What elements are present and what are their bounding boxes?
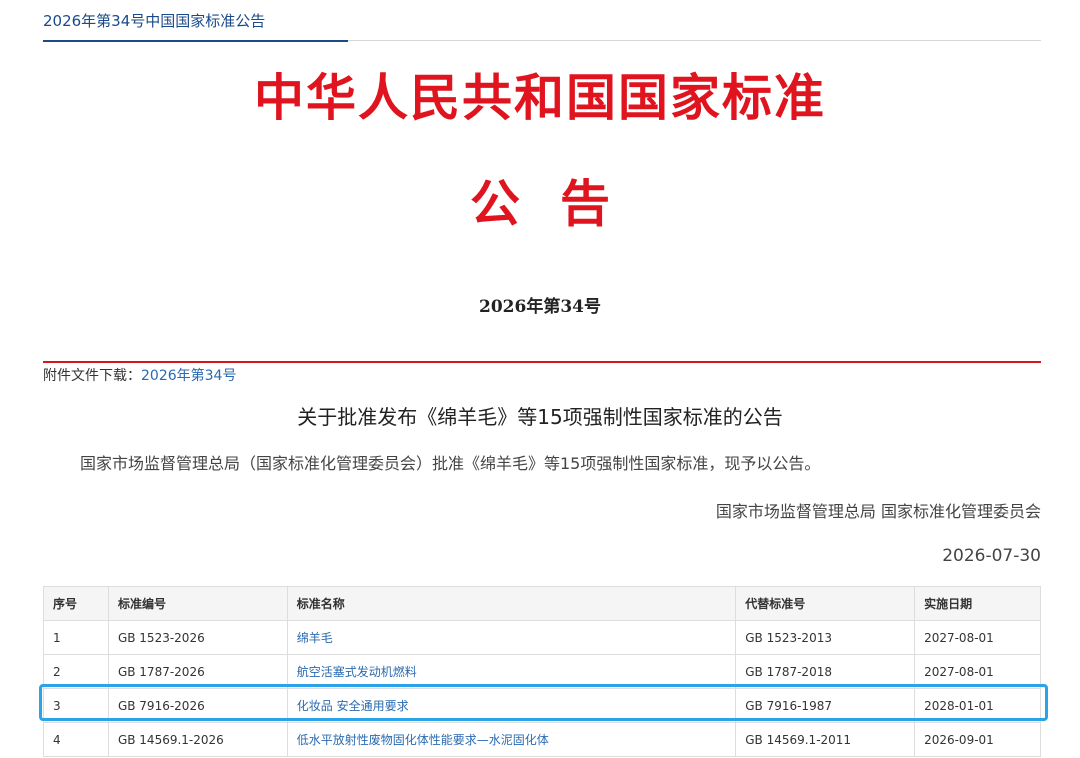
banner-subtitle: 公告	[470, 174, 650, 233]
header-divider	[348, 40, 1041, 41]
cell-code: GB 1523-2026	[107, 620, 288, 655]
col-header-code: 标准编号	[107, 586, 288, 621]
breadcrumb[interactable]: 2026年第34号中国国家标准公告	[43, 10, 265, 31]
cell-effective-date: 2027-08-01	[914, 620, 1041, 655]
attachment-label: 附件文件下载：	[43, 368, 141, 384]
cell-code: GB 7916-2026	[107, 688, 288, 723]
col-header-effective-date: 实施日期	[914, 586, 1041, 621]
table-row: 3 GB 7916-2026 化妆品 安全通用要求 GB 7916-1987 2…	[43, 688, 1041, 723]
red-divider	[43, 361, 1041, 363]
cell-replaces: GB 1787-2018	[735, 654, 916, 689]
cell-index: 1	[43, 620, 109, 655]
cell-code: GB 14569.1-2026	[107, 722, 288, 757]
cell-effective-date: 2026-09-01	[914, 722, 1041, 757]
standard-name-link[interactable]: 航空活塞式发动机燃料	[297, 665, 417, 679]
banner-title: 中华人民共和国国家标准	[254, 68, 826, 127]
cell-name: 化妆品 安全通用要求	[286, 688, 737, 723]
col-header-name: 标准名称	[286, 586, 737, 621]
cell-name: 低水平放射性废物固化体性能要求—水泥固化体	[286, 722, 737, 757]
notice-signer: 国家市场监督管理总局 国家标准化管理委员会	[715, 502, 1041, 521]
standards-table: 序号 标准编号 标准名称 代替标准号 实施日期 1 GB 1523-2026 绵…	[43, 586, 1041, 757]
cell-effective-date: 2027-08-01	[914, 654, 1041, 689]
cell-index: 2	[43, 654, 109, 689]
col-header-replaces: 代替标准号	[735, 586, 916, 621]
table-row: 4 GB 14569.1-2026 低水平放射性废物固化体性能要求—水泥固化体 …	[43, 722, 1041, 757]
notice-body: 国家市场监督管理总局（国家标准化管理委员会）批准《绵羊毛》等15项强制性国家标准…	[80, 454, 821, 473]
col-header-index: 序号	[43, 586, 109, 621]
cell-name: 绵羊毛	[286, 620, 737, 655]
table-row: 1 GB 1523-2026 绵羊毛 GB 1523-2013 2027-08-…	[43, 620, 1041, 655]
standard-name-link[interactable]: 低水平放射性废物固化体性能要求—水泥固化体	[297, 733, 549, 747]
cell-replaces: GB 14569.1-2011	[735, 722, 916, 757]
notice-date: 2026-07-30	[942, 546, 1041, 566]
cell-index: 3	[43, 688, 109, 723]
standard-name-link[interactable]: 绵羊毛	[297, 631, 333, 645]
standard-name-link[interactable]: 化妆品 安全通用要求	[297, 699, 409, 713]
issue-number: 2026年第34号	[479, 297, 601, 317]
notice-headline: 关于批准发布《绵羊毛》等15项强制性国家标准的公告	[297, 405, 783, 429]
cell-index: 4	[43, 722, 109, 757]
cell-effective-date: 2028-01-01	[914, 688, 1041, 723]
cell-replaces: GB 7916-1987	[735, 688, 916, 723]
attachment-download-link[interactable]: 2026年第34号	[141, 368, 236, 384]
cell-code: GB 1787-2026	[107, 654, 288, 689]
table-row: 2 GB 1787-2026 航空活塞式发动机燃料 GB 1787-2018 2…	[43, 654, 1041, 689]
attachment-row: 附件文件下载：2026年第34号	[43, 365, 236, 385]
table-header-row: 序号 标准编号 标准名称 代替标准号 实施日期	[43, 586, 1041, 621]
cell-replaces: GB 1523-2013	[735, 620, 916, 655]
cell-name: 航空活塞式发动机燃料	[286, 654, 737, 689]
breadcrumb-underline	[43, 40, 348, 42]
